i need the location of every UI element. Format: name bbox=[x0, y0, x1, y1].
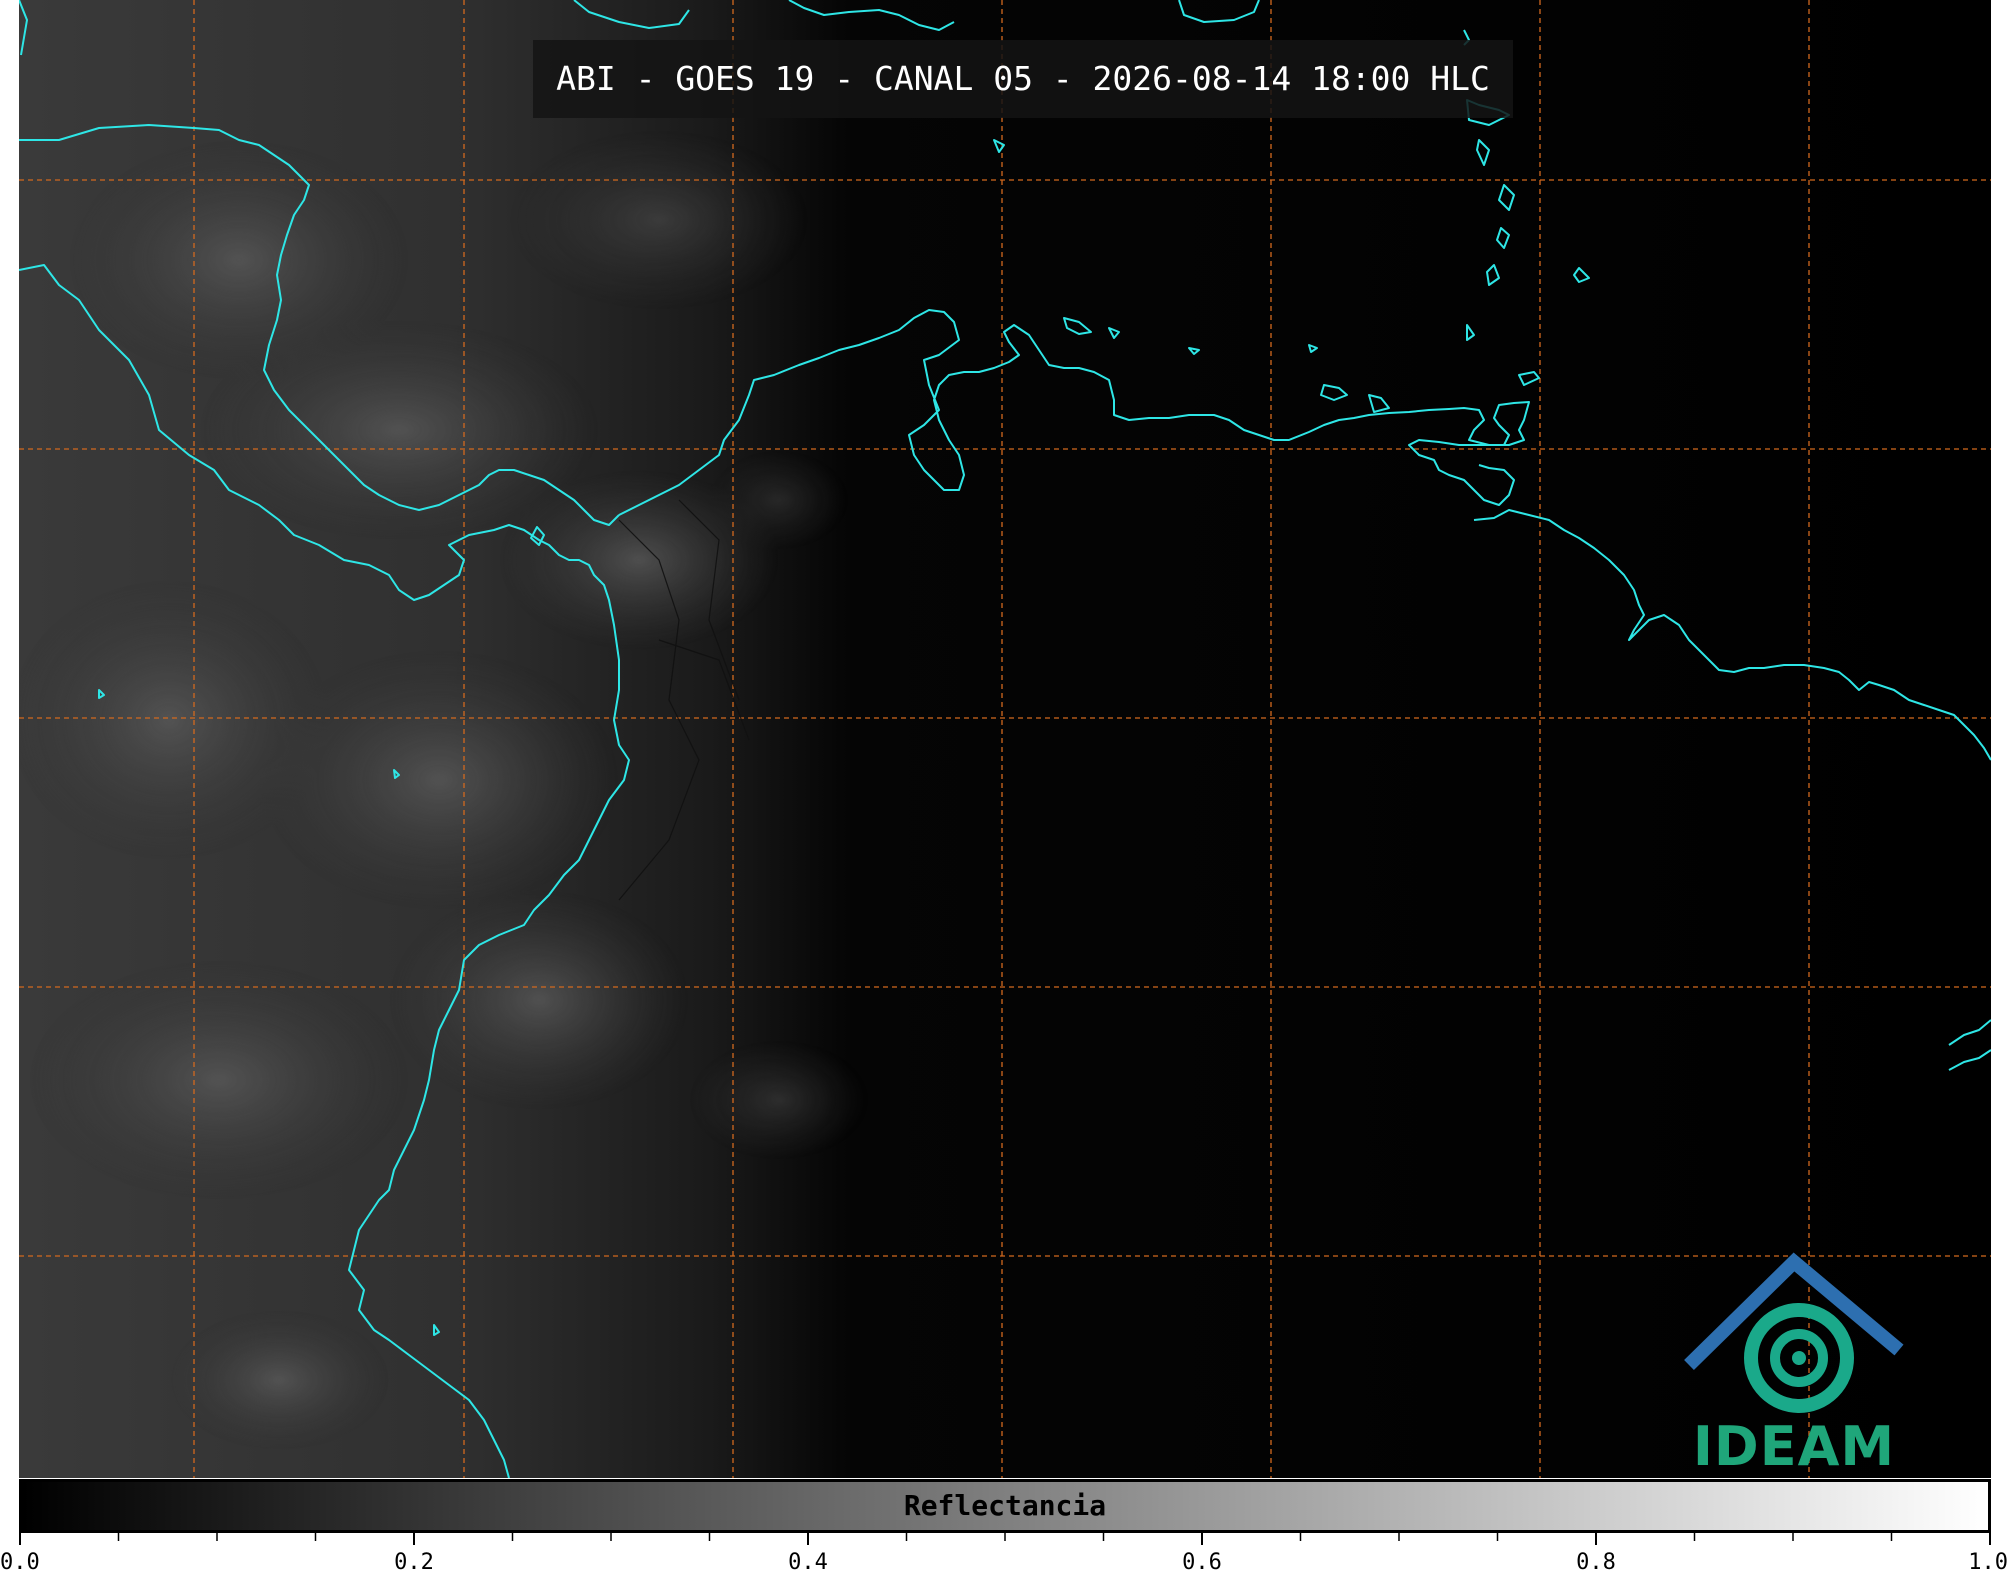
colorbar-tick-label: 0.4 bbox=[788, 1550, 828, 1575]
colorbar: Reflectancia bbox=[19, 1479, 1991, 1533]
colorbar-tick-label: 0.6 bbox=[1182, 1550, 1222, 1575]
colorbar-tick-label: 0.2 bbox=[394, 1550, 434, 1575]
ideam-logo-text: IDEAM bbox=[1692, 1415, 1896, 1478]
ideam-logo: IDEAM bbox=[1664, 1250, 1924, 1478]
satellite-map[interactable]: ABI - GOES 19 - CANAL 05 - 2026-08-14 18… bbox=[19, 0, 1991, 1478]
colorbar-axis: 0.0 0.2 0.4 0.6 0.8 1.0 bbox=[0, 1533, 2008, 1575]
colorbar-label: Reflectancia bbox=[903, 1489, 1107, 1522]
colorbar-tick-label: 1.0 bbox=[1968, 1550, 2008, 1575]
map-title-box: ABI - GOES 19 - CANAL 05 - 2026-08-14 18… bbox=[533, 40, 1513, 118]
colorbar-tick-label: 0.8 bbox=[1576, 1550, 1616, 1575]
map-title: ABI - GOES 19 - CANAL 05 - 2026-08-14 18… bbox=[556, 59, 1490, 98]
ideam-emblem-icon bbox=[1684, 1252, 1904, 1413]
colorbar-tick-label: 0.0 bbox=[0, 1550, 40, 1575]
